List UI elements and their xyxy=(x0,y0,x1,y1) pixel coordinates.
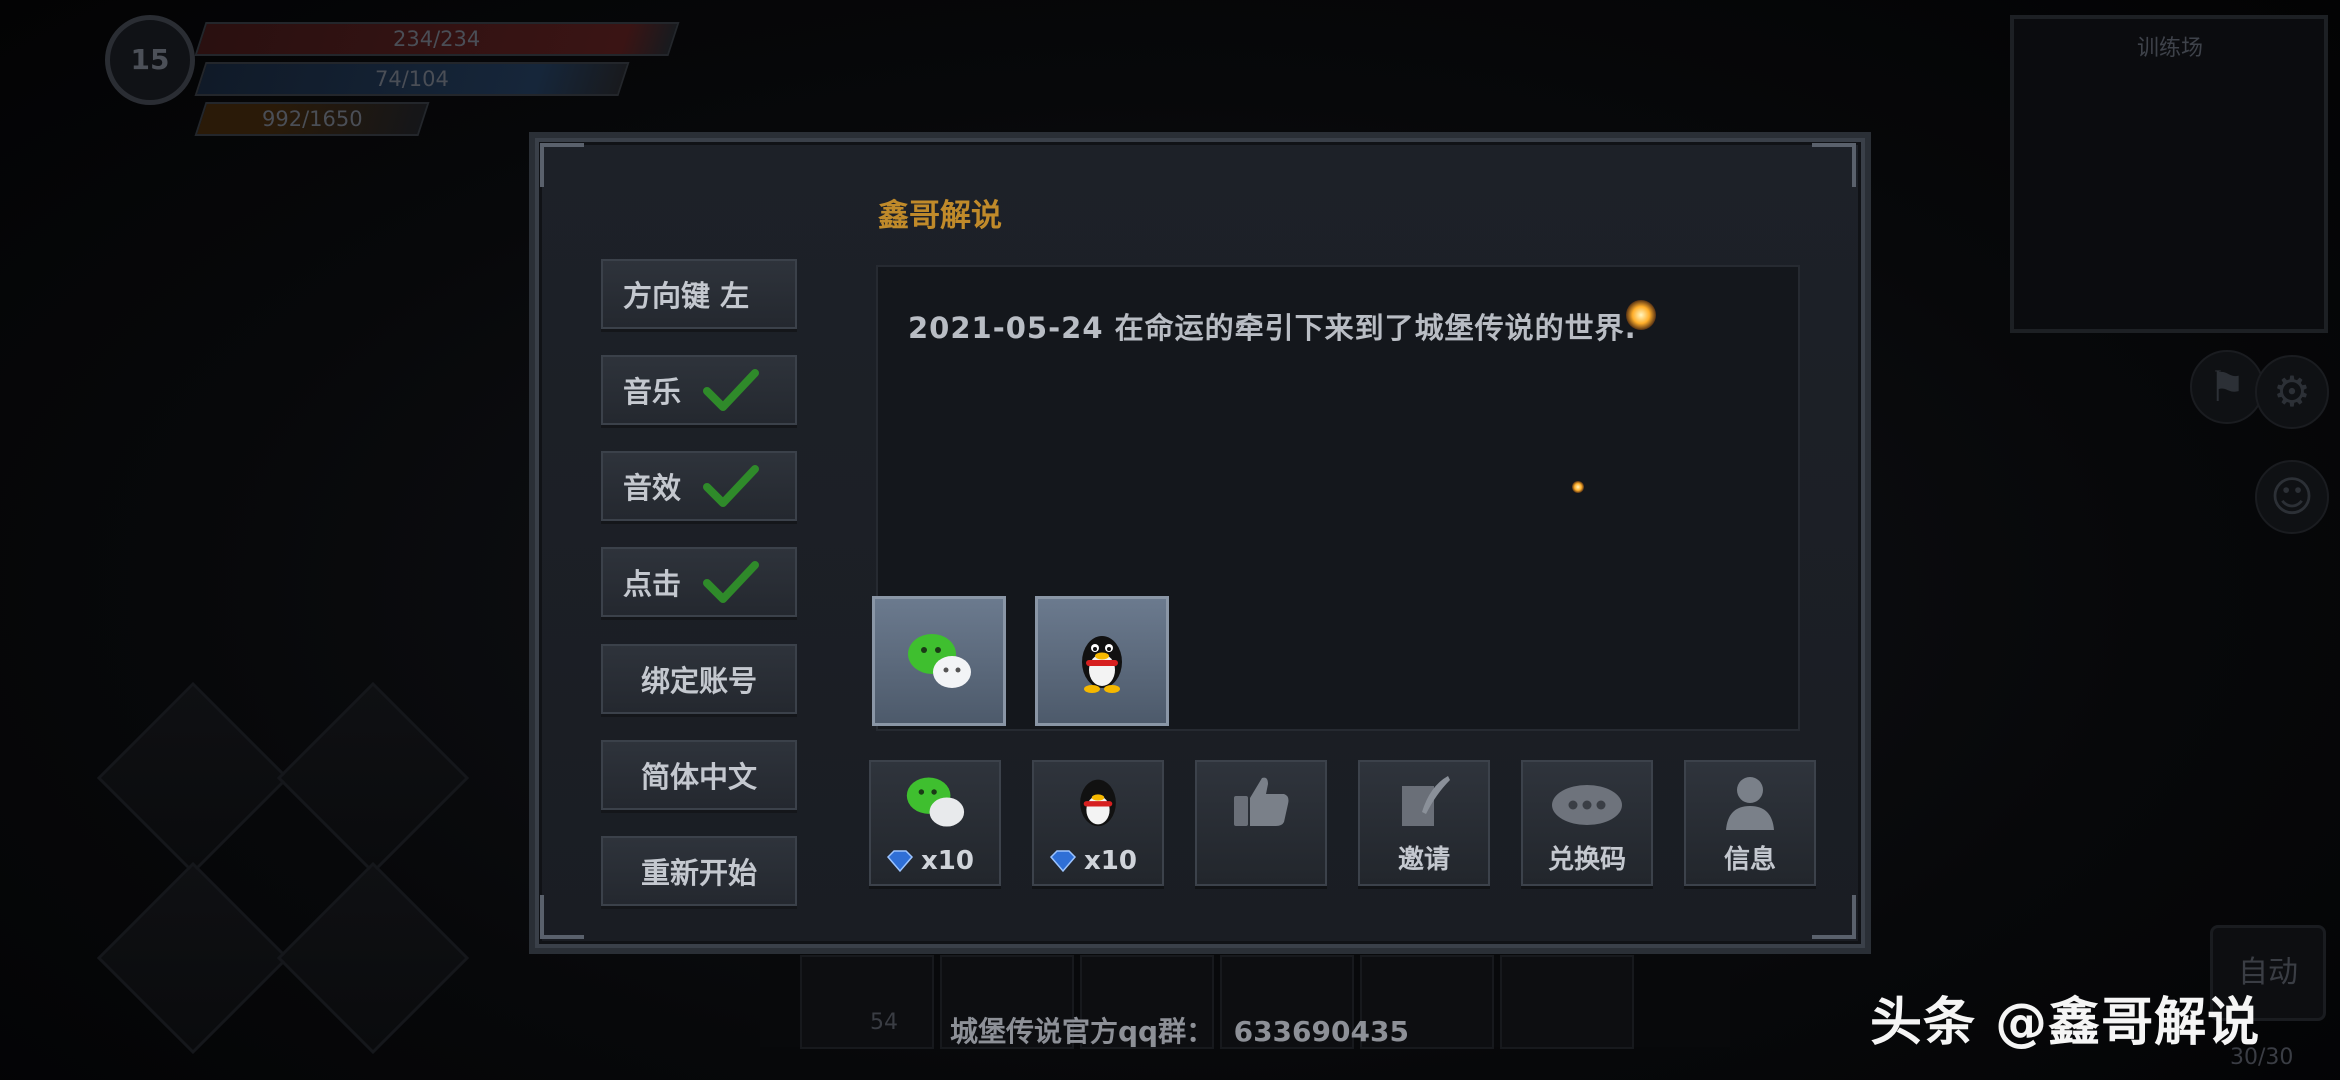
qq-reward-button[interactable]: x10 xyxy=(1032,760,1164,886)
tap-toggle[interactable]: 点击 xyxy=(601,547,797,617)
mp-value: 74/104 xyxy=(375,67,449,91)
reward: x10 xyxy=(1048,846,1137,876)
bind-account-label: 绑定账号 xyxy=(640,664,757,698)
reward-amount: x10 xyxy=(921,846,974,876)
dialog-corner-ornament xyxy=(1812,895,1856,939)
checkmark-icon xyxy=(703,465,760,507)
language-label: 简体中文 xyxy=(640,760,757,794)
message-text: 2021-05-24 在命运的牵引下来到了城堡传说的世界. xyxy=(908,311,1637,345)
diamond-icon xyxy=(1049,850,1077,873)
ember-particle xyxy=(1572,481,1584,493)
invite-button[interactable]: 邀请 xyxy=(1358,760,1490,886)
wechat-reward-button[interactable]: x10 xyxy=(869,760,1001,886)
hotbar-slot[interactable] xyxy=(800,955,934,1049)
profile-info-label: 信息 xyxy=(1723,845,1776,875)
hotbar-item-count: 54 xyxy=(870,1010,898,1035)
redeem-code-icon xyxy=(1552,785,1622,825)
tap-label: 点击 xyxy=(623,567,682,601)
reward: x10 xyxy=(885,846,974,876)
wechat-icon xyxy=(908,634,971,688)
diamond-icon xyxy=(886,850,914,873)
mp-bar: 74/104 xyxy=(194,62,630,96)
reward-amount: x10 xyxy=(1084,846,1137,876)
like-button[interactable] xyxy=(1195,760,1327,886)
watermark: 头条 @鑫哥解说 xyxy=(1870,993,2261,1053)
hp-value: 234/234 xyxy=(393,27,481,51)
ember-particle xyxy=(1626,300,1656,330)
dialog-corner-ornament xyxy=(1812,143,1856,187)
dialog-corner-ornament xyxy=(540,143,584,187)
flag-icon[interactable]: ⚑ xyxy=(2190,350,2264,424)
direction-key-label: 方向键 左 xyxy=(623,279,750,313)
thumbs-up-icon xyxy=(1234,777,1289,826)
gear-icon[interactable]: ⚙ xyxy=(2255,355,2329,429)
official-qq-group-text: 城堡传说官方qq群： 633690435 xyxy=(950,1015,1409,1048)
share-wechat-button[interactable] xyxy=(872,596,1006,726)
restart-label: 重新开始 xyxy=(640,856,757,890)
qq-icon xyxy=(1082,636,1122,693)
share-qq-button[interactable] xyxy=(1035,596,1169,726)
player-level-badge: 15 xyxy=(105,15,195,105)
sound-effects-label: 音效 xyxy=(623,471,682,505)
bind-account-button[interactable]: 绑定账号 xyxy=(601,644,797,714)
minimap-label: 训练场 xyxy=(2136,36,2203,61)
xp-value: 992/1650 xyxy=(261,107,363,131)
xp-bar: 992/1650 xyxy=(194,102,430,136)
music-label: 音乐 xyxy=(623,375,682,409)
checkmark-icon xyxy=(703,369,760,411)
direction-key-button[interactable]: 方向键 左 xyxy=(601,259,797,329)
language-button[interactable]: 简体中文 xyxy=(601,740,797,810)
invite-quill-icon xyxy=(1402,776,1450,826)
qq-icon xyxy=(1080,779,1116,827)
invite-label: 邀请 xyxy=(1397,845,1450,875)
profile-info-button[interactable]: 信息 xyxy=(1684,760,1816,886)
user-profile-icon xyxy=(1726,777,1774,830)
redeem-code-button[interactable]: 兑换码 xyxy=(1521,760,1653,886)
dialog-corner-ornament xyxy=(540,895,584,939)
hp-bar: 234/234 xyxy=(194,22,680,56)
checkmark-icon xyxy=(703,561,760,603)
minimap[interactable] xyxy=(2010,15,2328,333)
restart-button[interactable]: 重新开始 xyxy=(601,836,797,906)
music-toggle[interactable]: 音乐 xyxy=(601,355,797,425)
redeem-code-label: 兑换码 xyxy=(1547,845,1626,875)
sound-effects-toggle[interactable]: 音效 xyxy=(601,451,797,521)
hotbar-slot[interactable] xyxy=(1500,955,1634,1049)
wechat-icon xyxy=(906,777,965,827)
dialog-title: 鑫哥解说 xyxy=(878,198,1002,234)
character-icon[interactable]: ☺ xyxy=(2255,460,2329,534)
